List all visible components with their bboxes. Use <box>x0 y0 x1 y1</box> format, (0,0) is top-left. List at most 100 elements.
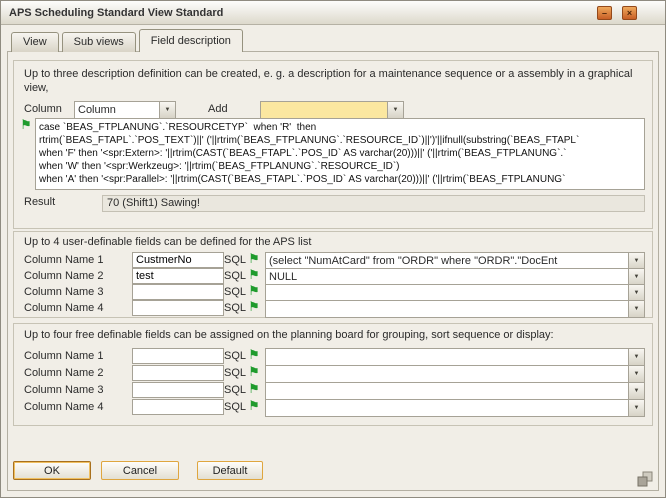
description-intro-line2: view, <box>24 81 660 95</box>
column-2-sql-value: NULL <box>266 269 628 285</box>
pb-column-name-1-input[interactable] <box>132 348 224 364</box>
description-sql-editor[interactable]: case `BEAS_FTPLANUNG`.`RESOURCETYP` when… <box>35 118 645 190</box>
planning-board-row-3: Column Name 3 SQL ⚑ ▼ <box>14 382 652 398</box>
tab-sub-views[interactable]: Sub views <box>62 32 136 52</box>
add-select[interactable]: ▼ <box>260 101 404 119</box>
chevron-glyph: ▼ <box>634 306 640 312</box>
footer-buttons: OK Cancel Default <box>13 461 263 480</box>
chevron-glyph: ▼ <box>393 107 399 113</box>
chevron-down-icon[interactable]: ▼ <box>628 383 644 399</box>
pb-column-4-sql-select[interactable]: ▼ <box>265 399 645 417</box>
chevron-down-icon[interactable]: ▼ <box>628 349 644 365</box>
cancel-button[interactable]: Cancel <box>101 461 179 480</box>
flag-icon: ⚑ <box>247 382 261 396</box>
ok-button[interactable]: OK <box>13 461 91 480</box>
chevron-glyph: ▼ <box>634 354 640 360</box>
column-select-row: Column Column ▼ Add ▼ <box>14 101 652 119</box>
pb-column-2-sql-select[interactable]: ▼ <box>265 365 645 383</box>
aps-list-group-title: Up to 4 user-definable fields can be def… <box>24 236 311 248</box>
code-line: case `BEAS_FTPLANUNG`.`RESOURCETYP` when… <box>39 121 641 134</box>
planning-board-row-2: Column Name 2 SQL ⚑ ▼ <box>14 365 652 381</box>
description-intro: Up to three description definition can b… <box>24 67 660 95</box>
chevron-glyph: ▼ <box>634 290 640 296</box>
flag-icon: ⚑ <box>247 399 261 413</box>
aps-scheduling-dialog: APS Scheduling Standard View Standard – … <box>0 0 666 498</box>
sql-label: SQL <box>224 401 246 413</box>
result-label: Result <box>24 196 55 208</box>
pb-column-name-3-input[interactable] <box>132 382 224 398</box>
column-name-3-label: Column Name 3 <box>24 286 103 298</box>
tab-bar: View Sub views Field description <box>11 30 246 52</box>
column-name-4-label: Column Name 4 <box>24 302 103 314</box>
pb-column-3-sql-select[interactable]: ▼ <box>265 382 645 400</box>
pb-column-1-sql-select[interactable]: ▼ <box>265 348 645 366</box>
column-name-2-input[interactable] <box>132 268 224 284</box>
chevron-down-icon[interactable]: ▼ <box>628 400 644 416</box>
chevron-glyph: ▼ <box>165 107 171 113</box>
sql-label: SQL <box>224 286 246 298</box>
flag-icon: ⚑ <box>247 348 261 362</box>
pb-column-name-1-label: Column Name 1 <box>24 350 103 362</box>
sql-label: SQL <box>224 384 246 396</box>
aps-list-row-3: Column Name 3 SQL ⚑ ▼ <box>14 284 652 300</box>
close-button[interactable]: × <box>622 6 637 20</box>
result-value: 70 (Shift1) Sawing! <box>102 195 645 212</box>
chevron-down-icon[interactable]: ▼ <box>159 102 175 118</box>
chevron-down-icon[interactable]: ▼ <box>628 285 644 301</box>
chevron-glyph: ▼ <box>634 258 640 264</box>
code-line: when 'A' then '<spr:Parallel>: '||rtrim(… <box>39 173 641 186</box>
pb-column-name-2-label: Column Name 2 <box>24 367 103 379</box>
chevron-down-icon[interactable]: ▼ <box>628 366 644 382</box>
chevron-glyph: ▼ <box>634 371 640 377</box>
chevron-down-icon[interactable]: ▼ <box>628 269 644 285</box>
chevron-down-icon[interactable]: ▼ <box>387 102 403 118</box>
flag-icon: ⚑ <box>247 252 261 266</box>
aps-list-row-1: Column Name 1 SQL ⚑ (select "NumAtCard" … <box>14 252 652 268</box>
flag-icon: ⚑ <box>247 268 261 282</box>
chevron-glyph: ▼ <box>634 274 640 280</box>
column-name-2-label: Column Name 2 <box>24 270 103 282</box>
column-1-sql-value: (select "NumAtCard" from "ORDR" where "O… <box>266 253 628 269</box>
column-label: Column <box>24 103 62 115</box>
code-line: when 'W' then '<spr:Werkzeug>: '||rtrim(… <box>39 160 641 173</box>
pb-column-name-4-label: Column Name 4 <box>24 401 103 413</box>
planning-board-group-title: Up to four free definable fields can be … <box>24 329 554 341</box>
sql-label: SQL <box>224 270 246 282</box>
code-line: when 'F' then '<spr:Extern>: '||rtrim(CA… <box>39 147 641 160</box>
pb-column-name-2-input[interactable] <box>132 365 224 381</box>
planning-board-row-4: Column Name 4 SQL ⚑ ▼ <box>14 399 652 415</box>
code-line: rtrim(`BEAS_FTAPL`.`POS_TEXT`)||' ('||rt… <box>39 134 641 147</box>
planning-board-group: Up to four free definable fields can be … <box>13 323 653 426</box>
sql-label: SQL <box>224 350 246 362</box>
chevron-glyph: ▼ <box>634 388 640 394</box>
window-title: APS Scheduling Standard View Standard <box>9 7 223 19</box>
sql-label: SQL <box>224 254 246 266</box>
flag-icon: ⚑ <box>247 284 261 298</box>
window-controls: – × <box>597 6 637 20</box>
column-name-3-input[interactable] <box>132 284 224 300</box>
description-group: Up to three description definition can b… <box>13 60 653 229</box>
close-icon: × <box>627 9 632 18</box>
flag-icon: ⚑ <box>247 300 261 314</box>
column-select[interactable]: Column ▼ <box>74 101 176 119</box>
chevron-down-icon[interactable]: ▼ <box>628 301 644 317</box>
minimize-button[interactable]: – <box>597 6 612 20</box>
column-name-1-input[interactable] <box>132 252 224 268</box>
aps-list-group: Up to 4 user-definable fields can be def… <box>13 231 653 318</box>
aps-list-row-4: Column Name 4 SQL ⚑ ▼ <box>14 300 652 316</box>
add-label: Add <box>208 103 228 115</box>
pb-column-name-3-label: Column Name 3 <box>24 384 103 396</box>
flag-icon: ⚑ <box>247 365 261 379</box>
pb-column-name-4-input[interactable] <box>132 399 224 415</box>
chevron-down-icon[interactable]: ▼ <box>628 253 644 269</box>
column-4-sql-select[interactable]: ▼ <box>265 300 645 318</box>
default-button[interactable]: Default <box>197 461 263 480</box>
minimize-icon: – <box>602 9 607 18</box>
tab-view[interactable]: View <box>11 32 59 52</box>
column-name-4-input[interactable] <box>132 300 224 316</box>
chevron-glyph: ▼ <box>634 405 640 411</box>
tab-field-description[interactable]: Field description <box>139 29 243 52</box>
description-intro-line1: Up to three description definition can b… <box>24 67 660 81</box>
expand-form-icon[interactable] <box>637 471 653 487</box>
titlebar[interactable]: APS Scheduling Standard View Standard – … <box>1 1 665 25</box>
